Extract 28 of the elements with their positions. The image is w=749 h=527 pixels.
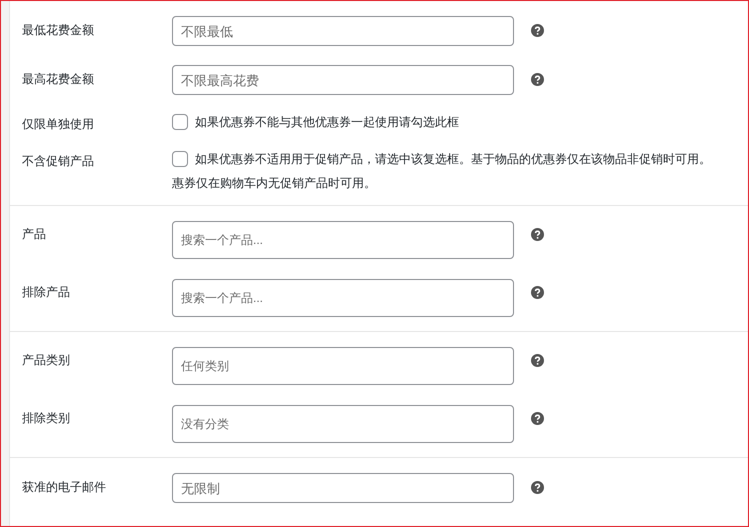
help-icon[interactable] (531, 228, 544, 241)
field-label: 最高花费金额 (22, 71, 95, 87)
input-field[interactable]: 搜索一个产品... (172, 221, 514, 259)
help-icon[interactable] (531, 412, 544, 425)
checkbox-description: 如果优惠券不适用用于促销产品，请选中该复选框。基于物品的优惠券仅在该物品非促销时可用。 (195, 151, 711, 167)
field-label: 不含促销产品 (22, 153, 95, 169)
field-label: 产品类别 (22, 352, 71, 368)
input-field[interactable]: 任何类别 (172, 347, 514, 385)
field-label: 获准的电子邮件 (22, 479, 107, 495)
field-label: 仅限单独使用 (22, 116, 95, 132)
checkbox-description: 如果优惠券不能与其他优惠券一起使用请勾选此框 (195, 114, 459, 130)
input-field[interactable]: 没有分类 (172, 405, 514, 443)
help-icon[interactable] (531, 73, 544, 86)
input-field[interactable]: 搜索一个产品... (172, 279, 514, 317)
help-icon[interactable] (531, 354, 544, 367)
checkbox[interactable] (172, 114, 188, 130)
field-label: 产品 (22, 226, 47, 242)
field-label: 排除产品 (22, 284, 71, 300)
checkbox-description: 惠券仅在购物车内无促销产品时可用。 (172, 175, 377, 191)
help-icon[interactable] (531, 481, 544, 494)
field-label: 排除类别 (22, 410, 71, 426)
help-icon[interactable] (531, 24, 544, 37)
checkbox[interactable] (172, 151, 188, 167)
input-field[interactable]: 无限制 (172, 473, 514, 503)
help-icon[interactable] (531, 286, 544, 299)
field-label: 最低花费金额 (22, 22, 95, 38)
input-field[interactable]: 不限最高花费 (172, 65, 514, 95)
input-field[interactable]: 不限最低 (172, 16, 514, 46)
